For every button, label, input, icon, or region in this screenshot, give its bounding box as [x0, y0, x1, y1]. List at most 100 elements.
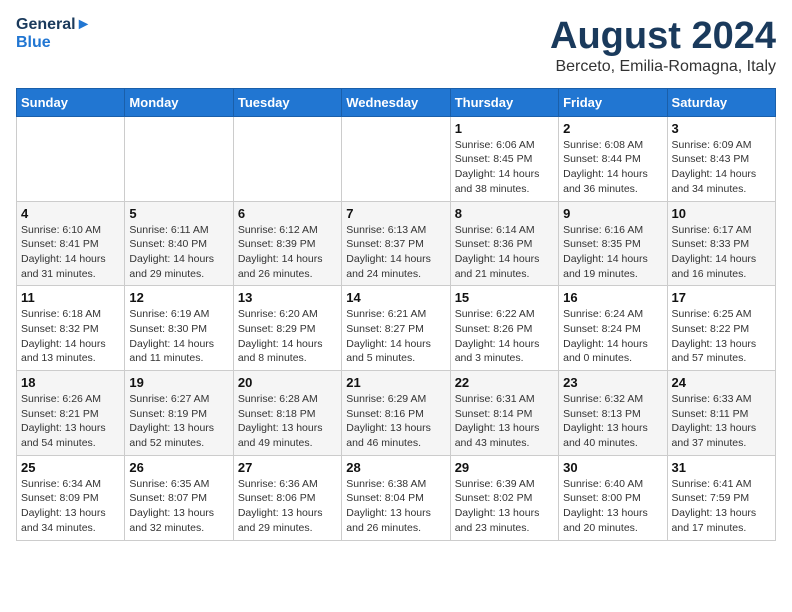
day-number: 9	[563, 206, 662, 221]
day-number: 1	[455, 121, 554, 136]
col-monday: Monday	[125, 88, 233, 116]
day-number: 23	[563, 375, 662, 390]
day-number: 13	[238, 290, 337, 305]
table-row: 18 Sunrise: 6:26 AM Sunset: 8:21 PM Dayli…	[17, 371, 125, 456]
calendar-week-row: 4 Sunrise: 6:10 AM Sunset: 8:41 PM Daylig…	[17, 201, 776, 286]
day-number: 21	[346, 375, 445, 390]
day-detail: Sunrise: 6:17 AM Sunset: 8:33 PM Dayligh…	[672, 223, 771, 282]
day-number: 3	[672, 121, 771, 136]
table-row: 20 Sunrise: 6:28 AM Sunset: 8:18 PM Dayli…	[233, 371, 341, 456]
day-detail: Sunrise: 6:13 AM Sunset: 8:37 PM Dayligh…	[346, 223, 445, 282]
day-number: 7	[346, 206, 445, 221]
calendar-week-row: 18 Sunrise: 6:26 AM Sunset: 8:21 PM Dayli…	[17, 371, 776, 456]
logo-mark: General► Blue	[16, 16, 91, 51]
day-detail: Sunrise: 6:21 AM Sunset: 8:27 PM Dayligh…	[346, 307, 445, 366]
table-row: 9 Sunrise: 6:16 AM Sunset: 8:35 PM Daylig…	[559, 201, 667, 286]
day-detail: Sunrise: 6:08 AM Sunset: 8:44 PM Dayligh…	[563, 138, 662, 197]
table-row: 10 Sunrise: 6:17 AM Sunset: 8:33 PM Dayli…	[667, 201, 775, 286]
table-row: 12 Sunrise: 6:19 AM Sunset: 8:30 PM Dayli…	[125, 286, 233, 371]
table-row: 17 Sunrise: 6:25 AM Sunset: 8:22 PM Dayli…	[667, 286, 775, 371]
day-number: 17	[672, 290, 771, 305]
day-detail: Sunrise: 6:22 AM Sunset: 8:26 PM Dayligh…	[455, 307, 554, 366]
table-row: 19 Sunrise: 6:27 AM Sunset: 8:19 PM Dayli…	[125, 371, 233, 456]
day-number: 16	[563, 290, 662, 305]
day-number: 29	[455, 460, 554, 475]
table-row: 8Sunrise: 6:14 AM Sunset: 8:36 PM Daylig…	[450, 201, 558, 286]
table-row: 23Sunrise: 6:32 AM Sunset: 8:13 PM Dayli…	[559, 371, 667, 456]
calendar-subtitle: Berceto, Emilia-Romagna, Italy	[550, 58, 776, 76]
table-row: 11Sunrise: 6:18 AM Sunset: 8:32 PM Dayli…	[17, 286, 125, 371]
table-row	[233, 116, 341, 201]
day-number: 18	[21, 375, 120, 390]
header: General► Blue August 2024 Berceto, Emili…	[16, 16, 776, 76]
col-tuesday: Tuesday	[233, 88, 341, 116]
table-row: 22 Sunrise: 6:31 AM Sunset: 8:14 PM Dayli…	[450, 371, 558, 456]
table-row	[342, 116, 450, 201]
day-number: 2	[563, 121, 662, 136]
day-number: 5	[129, 206, 228, 221]
day-detail: Sunrise: 6:20 AM Sunset: 8:29 PM Dayligh…	[238, 307, 337, 366]
day-detail: Sunrise: 6:36 AM Sunset: 8:06 PM Dayligh…	[238, 477, 337, 536]
day-detail: Sunrise: 6:09 AM Sunset: 8:43 PM Dayligh…	[672, 138, 771, 197]
table-row: 27 Sunrise: 6:36 AM Sunset: 8:06 PM Dayli…	[233, 455, 341, 540]
calendar-title: August 2024	[550, 16, 776, 58]
day-number: 22	[455, 375, 554, 390]
table-row: 4 Sunrise: 6:10 AM Sunset: 8:41 PM Daylig…	[17, 201, 125, 286]
col-thursday: Thursday	[450, 88, 558, 116]
table-row: 6Sunrise: 6:12 AM Sunset: 8:39 PM Daylig…	[233, 201, 341, 286]
day-detail: Sunrise: 6:35 AM Sunset: 8:07 PM Dayligh…	[129, 477, 228, 536]
day-detail: Sunrise: 6:38 AM Sunset: 8:04 PM Dayligh…	[346, 477, 445, 536]
day-number: 6	[238, 206, 337, 221]
table-row: 13 Sunrise: 6:20 AM Sunset: 8:29 PM Dayli…	[233, 286, 341, 371]
day-detail: Sunrise: 6:10 AM Sunset: 8:41 PM Dayligh…	[21, 223, 120, 282]
table-row: 15 Sunrise: 6:22 AM Sunset: 8:26 PM Dayli…	[450, 286, 558, 371]
day-detail: Sunrise: 6:26 AM Sunset: 8:21 PM Dayligh…	[21, 392, 120, 451]
day-detail: Sunrise: 6:31 AM Sunset: 8:14 PM Dayligh…	[455, 392, 554, 451]
day-number: 24	[672, 375, 771, 390]
table-row	[125, 116, 233, 201]
day-detail: Sunrise: 6:16 AM Sunset: 8:35 PM Dayligh…	[563, 223, 662, 282]
table-row: 3 Sunrise: 6:09 AM Sunset: 8:43 PM Daylig…	[667, 116, 775, 201]
day-detail: Sunrise: 6:28 AM Sunset: 8:18 PM Dayligh…	[238, 392, 337, 451]
day-number: 12	[129, 290, 228, 305]
day-detail: Sunrise: 6:39 AM Sunset: 8:02 PM Dayligh…	[455, 477, 554, 536]
day-detail: Sunrise: 6:19 AM Sunset: 8:30 PM Dayligh…	[129, 307, 228, 366]
day-detail: Sunrise: 6:18 AM Sunset: 8:32 PM Dayligh…	[21, 307, 120, 366]
col-wednesday: Wednesday	[342, 88, 450, 116]
day-detail: Sunrise: 6:11 AM Sunset: 8:40 PM Dayligh…	[129, 223, 228, 282]
calendar-week-row: 25 Sunrise: 6:34 AM Sunset: 8:09 PM Dayli…	[17, 455, 776, 540]
calendar-table: Sunday Monday Tuesday Wednesday Thursday…	[16, 88, 776, 541]
table-row: 16Sunrise: 6:24 AM Sunset: 8:24 PM Dayli…	[559, 286, 667, 371]
day-number: 25	[21, 460, 120, 475]
table-row: 7 Sunrise: 6:13 AM Sunset: 8:37 PM Daylig…	[342, 201, 450, 286]
day-detail: Sunrise: 6:14 AM Sunset: 8:36 PM Dayligh…	[455, 223, 554, 282]
calendar-header-row: Sunday Monday Tuesday Wednesday Thursday…	[17, 88, 776, 116]
logo: General► Blue	[16, 16, 91, 51]
day-detail: Sunrise: 6:27 AM Sunset: 8:19 PM Dayligh…	[129, 392, 228, 451]
table-row: 31Sunrise: 6:41 AM Sunset: 7:59 PM Dayli…	[667, 455, 775, 540]
day-number: 10	[672, 206, 771, 221]
day-detail: Sunrise: 6:29 AM Sunset: 8:16 PM Dayligh…	[346, 392, 445, 451]
table-row: 26Sunrise: 6:35 AM Sunset: 8:07 PM Dayli…	[125, 455, 233, 540]
day-detail: Sunrise: 6:33 AM Sunset: 8:11 PM Dayligh…	[672, 392, 771, 451]
table-row: 29 Sunrise: 6:39 AM Sunset: 8:02 PM Dayli…	[450, 455, 558, 540]
table-row: 25 Sunrise: 6:34 AM Sunset: 8:09 PM Dayli…	[17, 455, 125, 540]
day-number: 4	[21, 206, 120, 221]
day-detail: Sunrise: 6:34 AM Sunset: 8:09 PM Dayligh…	[21, 477, 120, 536]
day-detail: Sunrise: 6:40 AM Sunset: 8:00 PM Dayligh…	[563, 477, 662, 536]
day-detail: Sunrise: 6:41 AM Sunset: 7:59 PM Dayligh…	[672, 477, 771, 536]
table-row: 1Sunrise: 6:06 AM Sunset: 8:45 PM Daylig…	[450, 116, 558, 201]
day-number: 27	[238, 460, 337, 475]
col-saturday: Saturday	[667, 88, 775, 116]
table-row: 21 Sunrise: 6:29 AM Sunset: 8:16 PM Dayli…	[342, 371, 450, 456]
table-row: 2 Sunrise: 6:08 AM Sunset: 8:44 PM Daylig…	[559, 116, 667, 201]
title-section: August 2024 Berceto, Emilia-Romagna, Ita…	[550, 16, 776, 76]
day-detail: Sunrise: 6:25 AM Sunset: 8:22 PM Dayligh…	[672, 307, 771, 366]
calendar-week-row: 1Sunrise: 6:06 AM Sunset: 8:45 PM Daylig…	[17, 116, 776, 201]
table-row: 24 Sunrise: 6:33 AM Sunset: 8:11 PM Dayli…	[667, 371, 775, 456]
day-number: 15	[455, 290, 554, 305]
table-row: 30Sunrise: 6:40 AM Sunset: 8:00 PM Dayli…	[559, 455, 667, 540]
day-number: 20	[238, 375, 337, 390]
day-number: 14	[346, 290, 445, 305]
day-number: 19	[129, 375, 228, 390]
